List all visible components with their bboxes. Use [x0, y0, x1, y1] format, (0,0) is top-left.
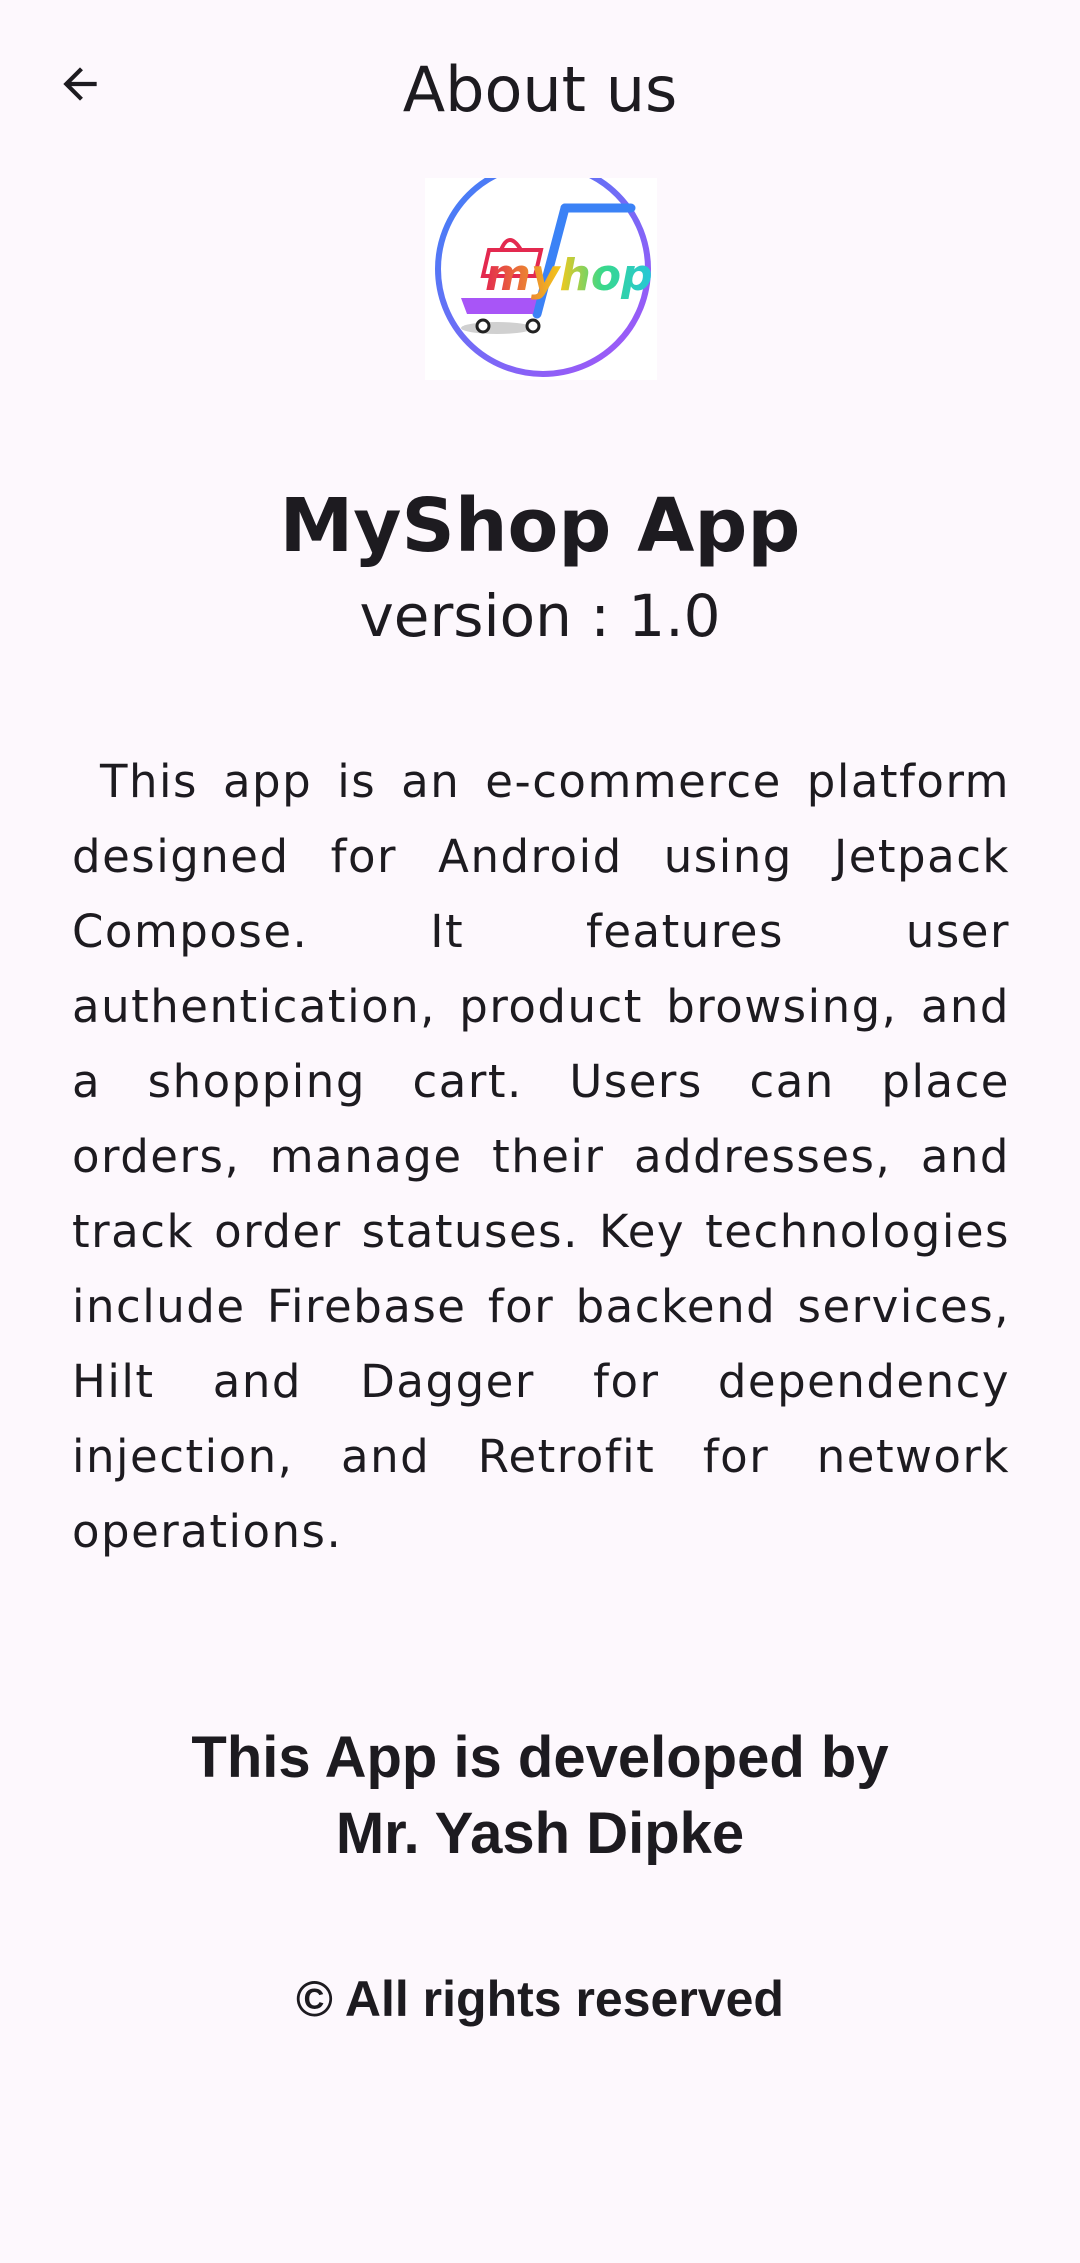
app-version: version : 1.0: [359, 582, 721, 650]
copyright-notice: © All rights reserved: [296, 1971, 784, 2027]
developer-credit: This App is developed by Mr. Yash Dipke: [0, 1720, 1080, 1872]
app-description: This app is an e-commerce platform desig…: [72, 755, 1010, 1558]
screen-title: About us: [402, 53, 678, 126]
developer-name: Mr. Yash Dipke: [335, 1801, 745, 1866]
top-app-bar: About us: [0, 0, 1080, 180]
app-logo: myhop: [425, 161, 657, 380]
developer-line-1: This App is developed by: [191, 1725, 889, 1790]
app-name: MyShop App: [279, 483, 801, 569]
logo-wordmark: myhop: [485, 250, 653, 301]
